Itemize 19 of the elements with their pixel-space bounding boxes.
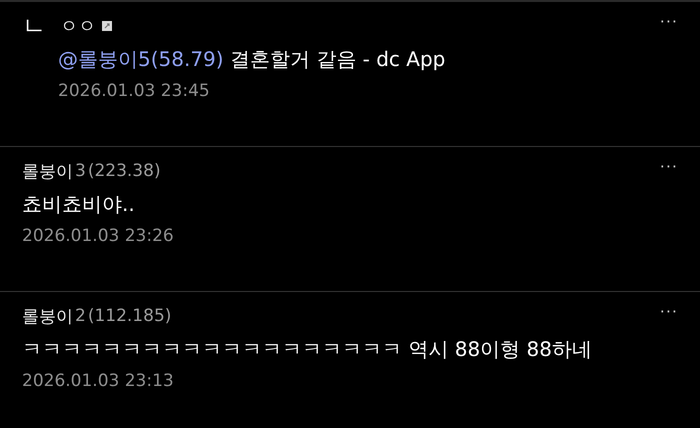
ip-address: (112.185) [88,306,172,326]
comment-text: 쵸비쵸비야.. [22,191,136,218]
reply-marker: ㄴ [22,11,46,42]
more-button[interactable]: ··· [660,12,678,31]
mention-link[interactable]: @롤붕이5(58.79) [58,47,224,71]
comment-date: 2026.01.03 23:13 [22,371,175,391]
more-button[interactable]: ··· [660,302,678,321]
comment-date: 2026.01.03 23:45 [58,81,211,101]
user-tag: 3 [75,161,86,181]
ip-address: (223.38) [88,161,161,181]
more-button[interactable]: ··· [660,157,678,176]
user-name[interactable]: 롤붕이 [22,304,73,328]
user-name[interactable]: 롤붕이 [22,160,73,182]
user-name[interactable]: ㅇㅇ [60,14,96,38]
comment-text: ㅋㅋㅋㅋㅋㅋㅋㅋㅋㅋㅋㅋㅋㅋㅋㅋㅋㅋㅋ 역시 88이형 88하네 [22,336,593,363]
comment-date: 2026.01.03 23:26 [22,226,175,246]
comment-text: @롤붕이5(58.79) 결혼할거 같음 - dc App [58,46,446,73]
badge-icon [102,21,112,31]
user-tag: 2 [75,306,86,326]
